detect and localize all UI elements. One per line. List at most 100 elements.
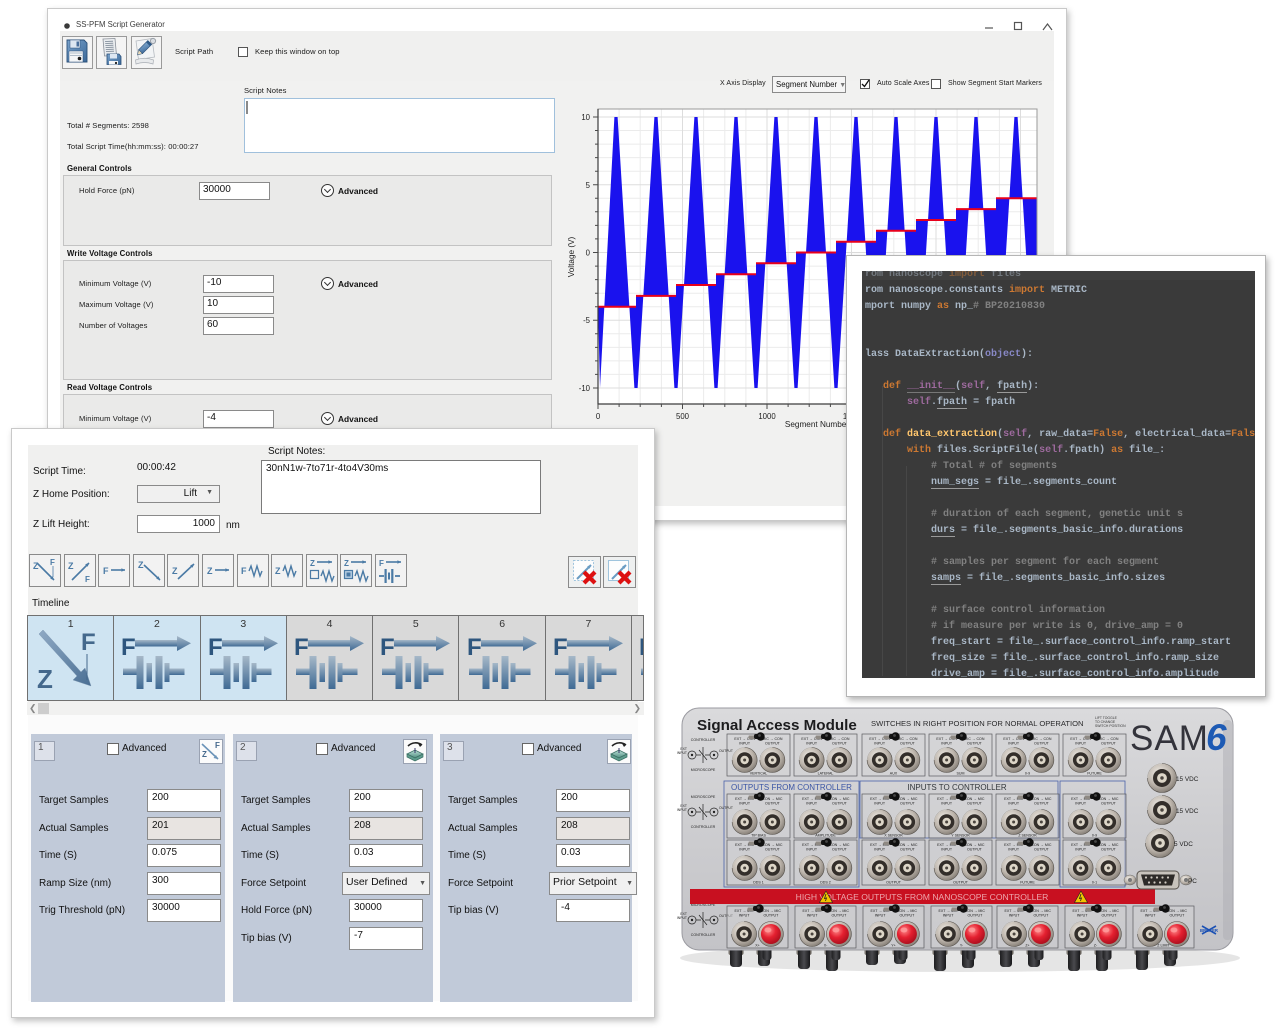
svg-text:Z: Z	[202, 750, 207, 759]
svg-text:F: F	[380, 634, 395, 661]
svg-text:INPUT: INPUT	[677, 808, 687, 812]
svg-text:Z: Z	[33, 561, 39, 571]
svg-text:INPUT: INPUT	[1009, 914, 1021, 918]
svg-text:Z SENSOR: Z SENSOR	[1018, 834, 1037, 838]
svg-text:6: 6	[1206, 717, 1227, 758]
svg-text:0: 0	[586, 249, 591, 258]
svg-text:OUTPUT: OUTPUT	[719, 806, 733, 810]
svg-text:OUTPUT: OUTPUT	[832, 914, 848, 918]
svg-text:F: F	[553, 634, 568, 661]
svg-text:CONTROLLER: CONTROLLER	[691, 738, 716, 742]
svg-text:F: F	[215, 741, 220, 750]
svg-text:OUTPUT: OUTPUT	[764, 914, 780, 918]
svg-text:INPUT: INPUT	[874, 848, 886, 852]
svg-text:INPUT: INPUT	[739, 914, 751, 918]
svg-text:MIC → CON: MIC → CON	[1031, 737, 1052, 741]
svg-text:INPUT: INPUT	[875, 914, 887, 918]
svg-text:OUTPUT: OUTPUT	[765, 802, 781, 806]
svg-text:0-1: 0-1	[1092, 881, 1097, 885]
svg-text:INPUT: INPUT	[1008, 742, 1020, 746]
svg-text:AUX: AUX	[890, 772, 898, 776]
svg-text:Z: Z	[310, 559, 315, 568]
svg-text:Y SENSOR: Y SENSOR	[951, 834, 970, 838]
svg-text:OUTPUT: OUTPUT	[1101, 848, 1117, 852]
svg-text:F: F	[467, 634, 482, 661]
svg-text:F: F	[81, 629, 96, 656]
svg-text:Z: Z	[275, 566, 281, 576]
svg-text:CON → MIC: CON → MIC	[829, 797, 850, 801]
svg-text:OUTPUT: OUTPUT	[967, 742, 983, 746]
svg-text:CON → MIC: CON → MIC	[897, 909, 918, 913]
svg-text:CON → MIC: CON → MIC	[1031, 843, 1052, 847]
svg-text:INPUT: INPUT	[941, 802, 953, 806]
svg-text:10: 10	[581, 113, 590, 122]
svg-text:Signal Access Module: Signal Access Module	[697, 717, 857, 734]
svg-text:Z LIMIT: Z LIMIT	[1157, 944, 1170, 948]
svg-text:15 VDC: 15 VDC	[1176, 776, 1199, 783]
svg-text:0-9: 0-9	[1025, 772, 1030, 776]
svg-text:F: F	[103, 566, 109, 576]
svg-text:F: F	[50, 558, 55, 567]
svg-text:OUTPUT: OUTPUT	[900, 848, 916, 852]
svg-text:F: F	[379, 559, 384, 568]
svg-text:INPUT: INPUT	[677, 751, 687, 755]
svg-text:Z: Z	[138, 560, 144, 570]
svg-text:INPUT: INPUT	[1077, 914, 1089, 918]
svg-text:OUTPUT: OUTPUT	[953, 881, 969, 885]
svg-text:OUTPUT: OUTPUT	[900, 802, 916, 806]
svg-text:F: F	[208, 634, 223, 661]
svg-text:INPUT: INPUT	[874, 742, 886, 746]
svg-text:CON → MIC: CON → MIC	[762, 843, 783, 847]
svg-text:Z: Z	[172, 566, 178, 576]
svg-text:OUTPUT: OUTPUT	[1101, 802, 1117, 806]
svg-text:INPUT: INPUT	[739, 742, 751, 746]
svg-text:CONTROLLER: CONTROLLER	[691, 825, 716, 829]
svg-text:INPUT: INPUT	[806, 742, 818, 746]
svg-text:MICROSCOPE: MICROSCOPE	[691, 795, 716, 799]
svg-text:OUTPUT: OUTPUT	[967, 802, 983, 806]
svg-text:PC: PC	[1188, 878, 1197, 885]
svg-text:MIC → CON: MIC → CON	[829, 737, 850, 741]
svg-text:OUTPUT: OUTPUT	[832, 742, 848, 746]
svg-text:OUTPUT: OUTPUT	[1034, 742, 1050, 746]
svg-text:-10: -10	[579, 384, 591, 393]
svg-text:0: 0	[596, 412, 601, 421]
svg-text:OUTPUT: OUTPUT	[900, 914, 916, 918]
svg-text:CON → MIC: CON → MIC	[964, 843, 985, 847]
svg-text:OUTPUT: OUTPUT	[1034, 802, 1050, 806]
svg-text:Z+: Z+	[1025, 944, 1029, 948]
svg-text:VERTICAL: VERTICAL	[750, 772, 768, 776]
svg-text:F: F	[639, 634, 644, 661]
svg-text:CON → MIC: CON → MIC	[1031, 909, 1052, 913]
svg-text:OUTPUT: OUTPUT	[1101, 742, 1117, 746]
svg-text:MIC → CON: MIC → CON	[762, 737, 783, 741]
svg-text:INPUT: INPUT	[1008, 848, 1020, 852]
svg-text:OUTPUT: OUTPUT	[900, 742, 916, 746]
svg-text:OUTPUT: OUTPUT	[832, 802, 848, 806]
svg-text:BRUKER: BRUKER	[1200, 928, 1218, 933]
svg-text:OUTPUT: OUTPUT	[1102, 914, 1118, 918]
svg-text:OUTPUT: OUTPUT	[967, 848, 983, 852]
svg-text:OUTPUT: OUTPUT	[719, 749, 733, 753]
svg-text:INPUTS TO CONTROLLER: INPUTS TO CONTROLLER	[907, 783, 1007, 792]
svg-text:SWITCH POSITION: SWITCH POSITION	[1095, 724, 1126, 728]
svg-text:INPUT: INPUT	[806, 848, 818, 852]
svg-text:OUTPUTS FROM CONTROLLER: OUTPUTS FROM CONTROLLER	[731, 783, 852, 792]
svg-text:OUTPUT: OUTPUT	[968, 914, 984, 918]
svg-text:OUTPUT: OUTPUT	[1034, 848, 1050, 852]
svg-text:5: 5	[586, 181, 591, 190]
svg-text:MIC → CON: MIC → CON	[897, 737, 918, 741]
svg-text:1000: 1000	[758, 412, 776, 421]
svg-text:DDS 1: DDS 1	[753, 881, 764, 885]
svg-text:INPUT: INPUT	[1008, 802, 1020, 806]
svg-text:CON → MIC: CON → MIC	[761, 909, 782, 913]
svg-text:5 VDC: 5 VDC	[1174, 841, 1193, 848]
svg-text:INPUT: INPUT	[941, 848, 953, 852]
svg-text:CON → MIC: CON → MIC	[1098, 843, 1119, 847]
svg-text:AMPLITUDE: AMPLITUDE	[815, 834, 836, 838]
svg-text:CONTROLLER: CONTROLLER	[691, 933, 716, 937]
svg-text:CON → MIC: CON → MIC	[1099, 909, 1120, 913]
svg-text:FUTURE: FUTURE	[1020, 881, 1035, 885]
svg-text:Z: Z	[207, 566, 213, 576]
svg-text:INPUT: INPUT	[874, 802, 886, 806]
